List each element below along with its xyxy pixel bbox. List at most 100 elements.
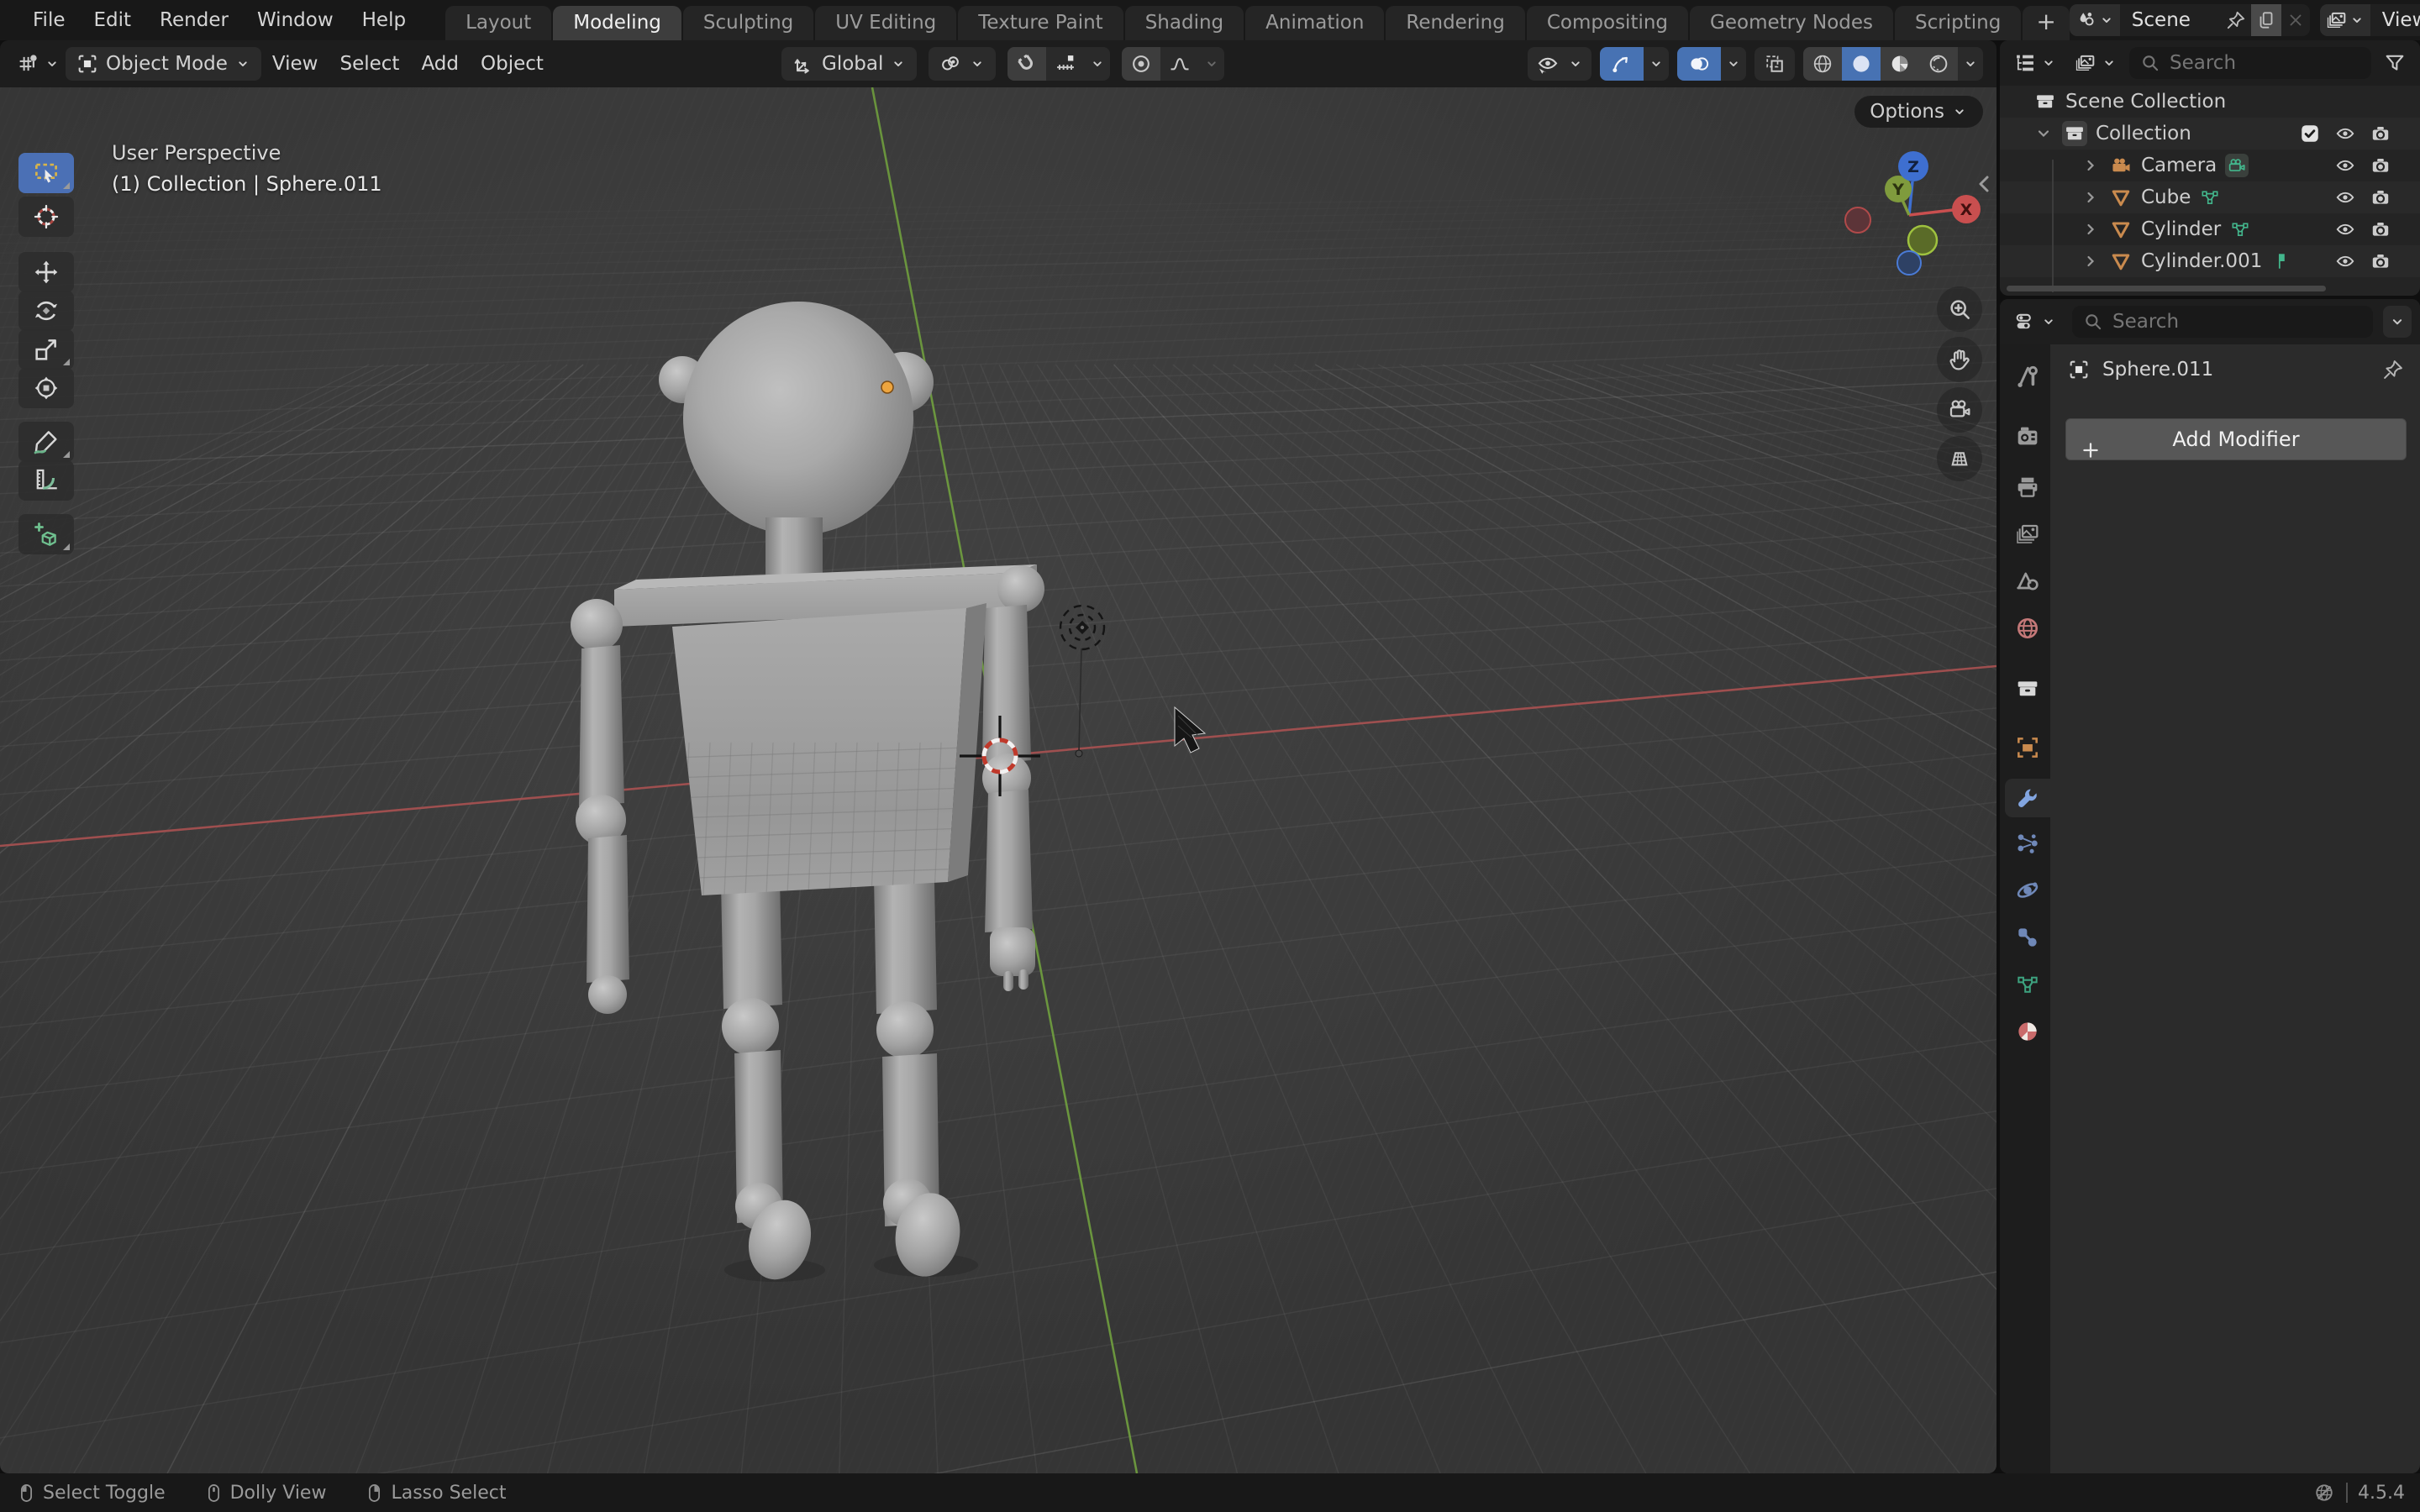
viewport-menu-add[interactable]: Add — [410, 53, 470, 75]
gizmo-axis-neg-y[interactable] — [1908, 226, 1937, 255]
render-camera-icon[interactable] — [2370, 250, 2391, 272]
collection-icon[interactable] — [2033, 90, 2057, 113]
add-workspace-button[interactable]: + — [2023, 6, 2069, 40]
properties-tab-output[interactable] — [2005, 468, 2050, 507]
scene-object-figure[interactable] — [571, 302, 1044, 1287]
properties-editor-type-button[interactable] — [2008, 310, 2062, 333]
viewport-menu-view[interactable]: View — [261, 53, 329, 75]
view-layer-selector[interactable]: ViewLayer — [2320, 4, 2420, 36]
figure-torso[interactable] — [672, 608, 966, 895]
snap-with-button[interactable] — [1046, 47, 1085, 81]
checkbox-icon[interactable] — [2299, 123, 2321, 144]
scene-icon-button[interactable] — [2070, 4, 2120, 36]
collection-icon[interactable] — [2063, 122, 2086, 145]
properties-tab-material[interactable] — [2005, 1012, 2050, 1051]
properties-tab-world[interactable] — [2005, 609, 2050, 648]
nav-camera-view-button[interactable] — [1937, 387, 1982, 433]
eye-icon[interactable] — [2334, 218, 2356, 240]
workspace-tab-rendering[interactable]: Rendering — [1386, 6, 1524, 40]
properties-tab-constraints[interactable] — [2005, 918, 2050, 957]
properties-tab-collection[interactable] — [2005, 669, 2050, 708]
workspace-tab-layout[interactable]: Layout — [445, 6, 551, 40]
outliner-scrollbar[interactable] — [2007, 286, 2326, 291]
object-camera-icon[interactable] — [2109, 154, 2133, 177]
eye-icon[interactable] — [2334, 250, 2356, 272]
proportional-dropdown[interactable] — [1199, 47, 1224, 81]
shading-solid-button[interactable] — [1842, 47, 1881, 81]
new-scene-button[interactable] — [2251, 4, 2281, 36]
workspace-tab-sculpting[interactable]: Sculpting — [683, 6, 813, 40]
workspace-tab-geometry-nodes[interactable]: Geometry Nodes — [1690, 6, 1893, 40]
properties-options-button[interactable] — [2383, 306, 2412, 338]
menu-file[interactable]: File — [18, 9, 80, 31]
properties-tab-view-layer[interactable] — [2005, 515, 2050, 554]
scene-name[interactable]: Scene — [2120, 9, 2221, 31]
properties-tab-object[interactable] — [2005, 728, 2050, 767]
outliner-row-scene-collection[interactable]: Scene Collection — [2000, 86, 2420, 118]
shading-material-preview-button[interactable] — [1881, 47, 1919, 81]
proportional-edit-toggle[interactable] — [1122, 47, 1160, 81]
properties-tab-scene[interactable] — [2005, 562, 2050, 601]
unlink-scene-button[interactable] — [2281, 4, 2310, 36]
menu-window[interactable]: Window — [243, 9, 348, 31]
checkbox-toggle[interactable] — [2299, 123, 2321, 144]
render-camera-toggle[interactable] — [2370, 250, 2391, 272]
viewport-3d[interactable]: User Perspective (1) Collection | Sphere… — [0, 87, 1996, 1473]
menu-edit[interactable]: Edit — [80, 9, 146, 31]
tool-transform[interactable] — [18, 368, 74, 408]
shading-rendered-button[interactable] — [1919, 47, 1958, 81]
workspace-tab-scripting[interactable]: Scripting — [1895, 6, 2021, 40]
tool-scale[interactable] — [18, 329, 74, 370]
tool-move[interactable] — [18, 252, 74, 292]
outliner-item-label[interactable]: Cylinder.001 — [2141, 250, 2262, 272]
eye-icon[interactable] — [2334, 186, 2356, 208]
eye-toggle[interactable] — [2334, 250, 2356, 272]
workspace-tab-modeling[interactable]: Modeling — [553, 6, 681, 40]
workspace-tab-texture-paint[interactable]: Texture Paint — [958, 6, 1123, 40]
outliner-item-label[interactable]: Cylinder — [2141, 218, 2221, 240]
gizmo-axis-neg-z[interactable] — [1897, 251, 1921, 275]
active-object-name[interactable]: Sphere.011 — [2102, 359, 2213, 381]
overlays-dropdown[interactable] — [1721, 47, 1746, 81]
chevron-right-icon[interactable] — [2081, 155, 2101, 176]
xray-toggle[interactable] — [1754, 47, 1795, 81]
outliner-row-cube[interactable]: Cube — [2000, 181, 2420, 213]
menu-render[interactable]: Render — [145, 9, 243, 31]
properties-tab-modifiers[interactable] — [2005, 779, 2050, 817]
eye-icon[interactable] — [2334, 123, 2356, 144]
render-camera-toggle[interactable] — [2370, 218, 2391, 240]
nav-pan-button[interactable] — [1937, 337, 1982, 382]
outliner-row-collection[interactable]: Collection — [2000, 118, 2420, 150]
figure-head[interactable] — [683, 302, 913, 535]
gizmo-axis-x[interactable]: X — [1952, 195, 1981, 223]
object-mesh-icon[interactable] — [2109, 186, 2133, 209]
outliner-row-cylinder-001[interactable]: Cylinder.001 — [2000, 245, 2420, 277]
workspace-tab-animation[interactable]: Animation — [1245, 6, 1384, 40]
outliner-display-mode-button[interactable] — [2069, 51, 2123, 75]
outliner-editor-type-button[interactable] — [2008, 51, 2062, 75]
tool-measure[interactable] — [18, 460, 74, 501]
tool-annotate[interactable] — [18, 422, 74, 462]
eye-icon[interactable] — [2334, 155, 2356, 176]
render-camera-toggle[interactable] — [2370, 123, 2391, 144]
pin-icon[interactable] — [2381, 358, 2405, 385]
view-layer-name[interactable]: ViewLayer — [2370, 9, 2420, 31]
mode-dropdown[interactable]: Object Mode — [66, 47, 261, 81]
render-camera-icon[interactable] — [2370, 123, 2391, 144]
properties-search-input[interactable]: Search — [2072, 306, 2373, 338]
chevron-right-icon[interactable] — [2081, 219, 2101, 239]
eye-toggle[interactable] — [2334, 218, 2356, 240]
outliner-search-input[interactable]: Search — [2129, 47, 2371, 79]
viewport-menu-object[interactable]: Object — [470, 53, 555, 75]
render-camera-icon[interactable] — [2370, 186, 2391, 208]
proportional-falloff-button[interactable] — [1160, 47, 1199, 81]
visibility-dropdown[interactable] — [1528, 47, 1591, 81]
shading-dropdown[interactable] — [1958, 47, 1983, 81]
outliner-item-label[interactable]: Camera — [2141, 155, 2217, 176]
tool-cursor[interactable] — [18, 197, 74, 237]
tool-select-box[interactable] — [18, 153, 74, 193]
outliner-row-camera[interactable]: Camera — [2000, 150, 2420, 181]
outliner-item-label[interactable]: Cube — [2141, 186, 2191, 208]
snap-toggle-button[interactable] — [1007, 47, 1046, 81]
view-layer-icon-button[interactable] — [2320, 4, 2370, 36]
